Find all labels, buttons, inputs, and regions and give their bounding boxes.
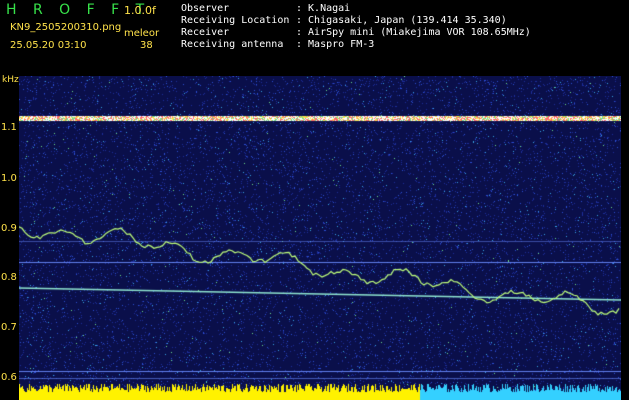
info-label-receiver: Receiver bbox=[181, 27, 230, 38]
filename-label: KN9_2505200310.png bbox=[10, 22, 122, 33]
info-value-antenna: : Maspro FM-3 bbox=[296, 39, 375, 50]
info-label-observer: Observer bbox=[181, 3, 230, 14]
y-tick-label: 1.1 bbox=[1, 122, 17, 133]
y-axis-unit: kHz bbox=[2, 75, 19, 85]
y-tick-label: 0.6 bbox=[1, 372, 17, 383]
info-value-location: : Chigasaki, Japan (139.414 35.340) bbox=[296, 15, 507, 26]
info-value-observer: : K.Nagai bbox=[296, 3, 351, 14]
spectrogram-plot bbox=[19, 76, 621, 400]
y-tick-label: 1.0 bbox=[1, 173, 17, 184]
info-label-antenna: Receiving antenna bbox=[181, 39, 284, 50]
y-tick-label: 0.8 bbox=[1, 272, 17, 283]
info-label-location: Receiving Location bbox=[181, 15, 290, 26]
header-panel: H R O F F T 1.0.0f KN9_2505200310.png me… bbox=[0, 0, 629, 76]
timestamp-label: 25.05.20 03:10 bbox=[10, 40, 87, 51]
info-value-receiver: : AirSpy mini (Miakejima VOR 108.65MHz) bbox=[296, 27, 531, 38]
meleor-count: 38 bbox=[140, 40, 153, 51]
spectrogram-canvas bbox=[19, 76, 621, 400]
y-tick-label: 0.7 bbox=[1, 322, 17, 333]
y-tick-label: 0.9 bbox=[1, 223, 17, 234]
meleor-label: meleor bbox=[124, 28, 160, 39]
version-label: 1.0.0f bbox=[124, 4, 156, 17]
